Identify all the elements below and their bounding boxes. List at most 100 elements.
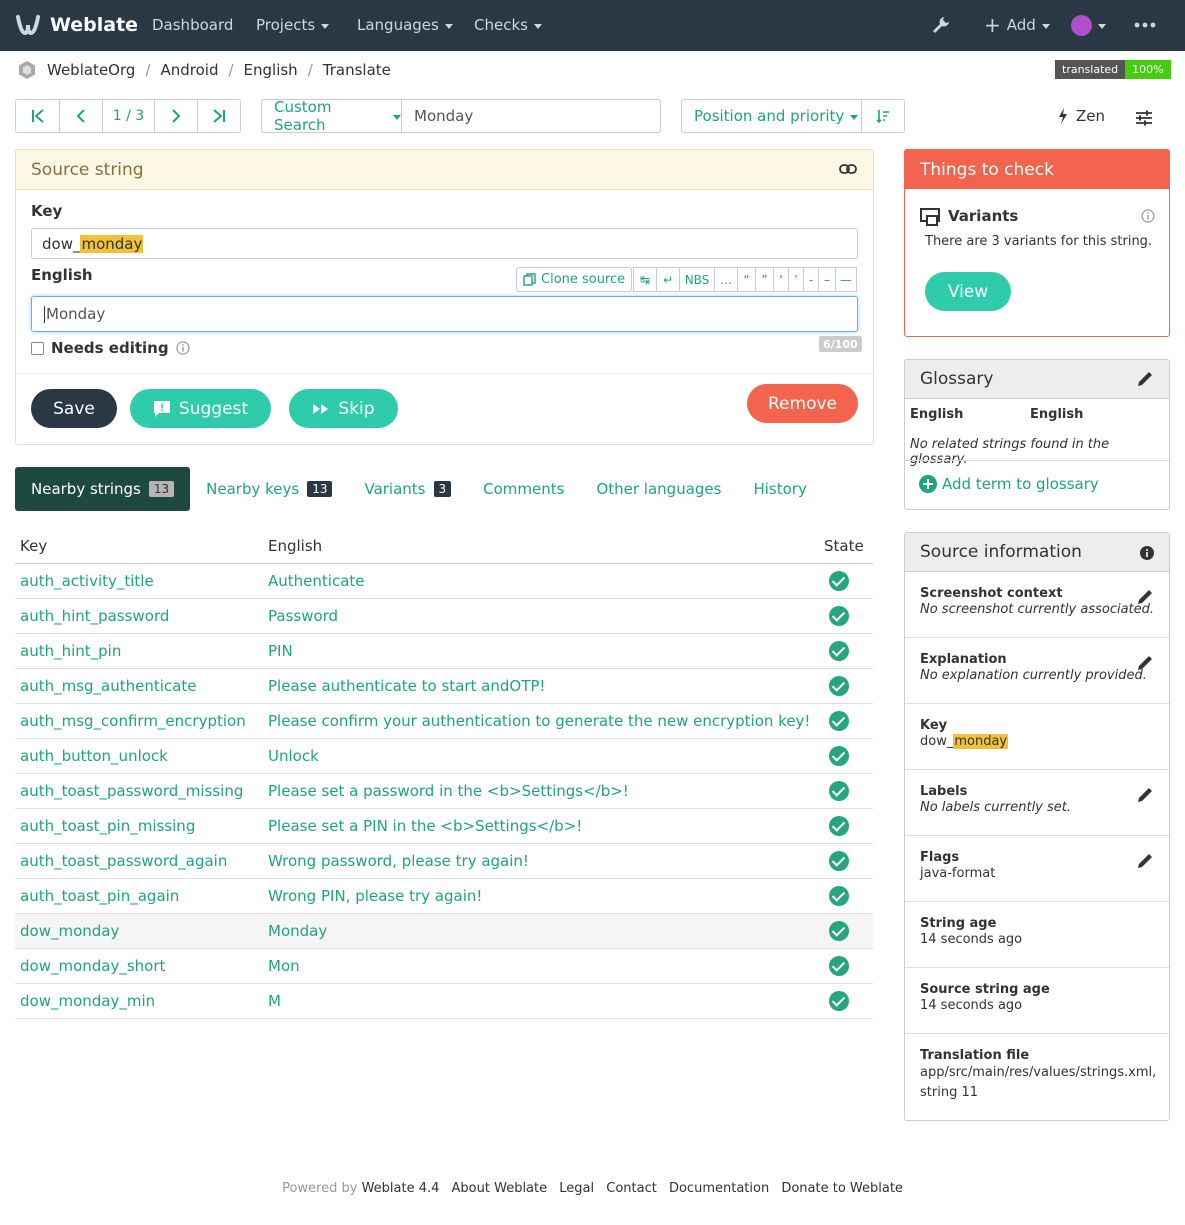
info-icon[interactable] <box>1141 209 1155 223</box>
search-mode-dropdown[interactable]: Custom Search <box>262 98 402 134</box>
save-button[interactable]: Save <box>31 389 117 428</box>
zen-button[interactable]: Zen <box>1058 107 1105 125</box>
tab-comments[interactable]: Comments <box>467 467 580 511</box>
comment-icon <box>153 400 170 417</box>
insert-nbsp-button[interactable]: NBS <box>679 267 715 292</box>
table-row[interactable]: dow_monday_short Mon <box>15 948 873 984</box>
insert-emdash-button[interactable]: — <box>835 267 857 292</box>
table-row[interactable]: auth_activity_title Authenticate <box>15 563 873 599</box>
translation-file: Translation file app/src/main/res/values… <box>920 1048 1157 1100</box>
tab-variants[interactable]: Variants 3 <box>348 467 467 511</box>
check-circle-icon <box>829 885 849 906</box>
card-title: Glossary <box>920 369 994 389</box>
chevron-left-icon <box>76 109 85 123</box>
insert-endash-button[interactable]: – <box>818 267 836 292</box>
detail-tabs: Nearby strings 13 Nearby keys 13 Variants 3… <box>15 467 823 511</box>
explanation: Explanation No explanation currently pro… <box>920 652 1147 683</box>
table-row[interactable]: auth_msg_confirm_encryption Please confir… <box>15 703 873 739</box>
legal-link[interactable]: Legal <box>559 1181 594 1196</box>
tab-nearby-strings[interactable]: Nearby strings 13 <box>15 467 191 511</box>
view-button[interactable]: View <box>925 272 1011 311</box>
glossary-empty: No related strings found in the glossary… <box>910 437 1110 467</box>
table-row[interactable]: auth_toast_password_missing Please set a … <box>15 773 873 809</box>
breadcrumb-project[interactable]: WeblateOrg <box>47 61 135 79</box>
table-row[interactable]: auth_hint_password Password <box>15 598 873 634</box>
insert-ellipsis-button[interactable]: … <box>714 267 738 292</box>
clone-source-button[interactable]: Clone source <box>516 267 633 292</box>
table-row[interactable]: auth_toast_password_again Wrong password,… <box>15 843 873 879</box>
footer: Powered by Weblate 4.4 About Weblate Leg… <box>282 1181 903 1196</box>
breadcrumb: WeblateOrg / Android / English / Transla… <box>17 58 391 82</box>
table-row[interactable]: dow_monday_min M <box>15 983 873 1019</box>
translation-editor[interactable]: Monday <box>31 296 858 332</box>
link-icon[interactable] <box>839 162 857 176</box>
add-menu[interactable]: + Add <box>984 12 1050 38</box>
first-page-button[interactable] <box>16 100 60 132</box>
table-row[interactable]: auth_button_unlock Unlock <box>15 738 873 774</box>
glossary-col-target: English <box>1030 407 1084 422</box>
more-icon[interactable] <box>1134 12 1156 38</box>
tab-nearby-keys[interactable]: Nearby keys 13 <box>190 467 348 511</box>
table-header-row: Key English State <box>15 530 873 564</box>
insert-tab-button[interactable]: ↹ <box>633 267 657 292</box>
nav-projects[interactable]: Projects <box>256 16 330 34</box>
tab-other-languages[interactable]: Other languages <box>580 467 737 511</box>
chevron-down-icon <box>1098 23 1106 29</box>
check-circle-icon <box>829 675 849 696</box>
needs-editing-checkbox[interactable] <box>31 341 44 355</box>
tab-history[interactable]: History <box>737 467 822 511</box>
special-chars-toolbar: ↹ ↵ NBS … “ ” ‘ ’ - – — <box>633 267 857 292</box>
settings-sliders-icon[interactable] <box>1135 110 1153 126</box>
check-circle-icon <box>829 955 849 976</box>
nav-languages[interactable]: Languages <box>357 16 453 34</box>
table-row[interactable]: auth_toast_pin_again Wrong PIN, please tr… <box>15 878 873 914</box>
insert-ldquo-button[interactable]: “ <box>737 267 756 292</box>
nav-checks[interactable]: Checks <box>474 16 542 34</box>
about-link[interactable]: About Weblate <box>452 1181 548 1196</box>
insert-lsquo-button[interactable]: ‘ <box>773 267 789 292</box>
prev-button[interactable] <box>60 100 103 132</box>
check-circle-icon <box>829 605 849 626</box>
needs-editing-toggle[interactable]: Needs editing <box>31 339 190 357</box>
breadcrumb-language[interactable]: English <box>244 61 298 79</box>
check-circle-icon <box>829 780 849 801</box>
search-input[interactable]: Monday <box>402 100 660 132</box>
pencil-icon[interactable] <box>1136 852 1154 870</box>
nav-dashboard[interactable]: Dashboard <box>152 16 233 34</box>
insert-hyphen-button[interactable]: - <box>803 267 819 292</box>
add-term-link[interactable]: Add term to glossary <box>918 474 1099 494</box>
sort-direction-button[interactable] <box>862 100 904 132</box>
brand[interactable]: Weblate <box>15 12 138 38</box>
user-menu[interactable] <box>1071 12 1106 38</box>
pencil-icon[interactable] <box>1136 588 1154 606</box>
check-circle-icon <box>829 990 849 1011</box>
wrench-icon[interactable] <box>930 12 952 38</box>
pencil-icon[interactable] <box>1136 370 1154 388</box>
check-name: Variants <box>948 207 1019 225</box>
table-row[interactable]: auth_toast_pin_missing Please set a PIN i… <box>15 808 873 844</box>
table-row-current[interactable]: dow_monday Monday <box>15 913 873 949</box>
pencil-icon[interactable] <box>1136 786 1154 804</box>
suggest-button[interactable]: Suggest <box>130 389 271 428</box>
skip-button[interactable]: Skip <box>289 389 398 428</box>
status-badge[interactable]: translated 100% <box>1055 60 1171 79</box>
check-circle-icon <box>829 850 849 871</box>
donate-link[interactable]: Donate to Weblate <box>781 1181 903 1196</box>
sort-dropdown[interactable]: Position and priority <box>682 100 862 132</box>
contact-link[interactable]: Contact <box>606 1181 657 1196</box>
table-row[interactable]: auth_msg_authenticate Please authenticate… <box>15 668 873 704</box>
insert-rsquo-button[interactable]: ’ <box>788 267 804 292</box>
documentation-link[interactable]: Documentation <box>669 1181 769 1196</box>
info-icon[interactable] <box>1140 546 1154 560</box>
chevron-down-icon <box>850 114 859 120</box>
weblate-version-link[interactable]: Weblate 4.4 <box>362 1181 440 1196</box>
labels-info: Labels No labels currently set. <box>920 784 1072 815</box>
table-row[interactable]: auth_hint_pin PIN <box>15 633 873 669</box>
remove-button[interactable]: Remove <box>747 384 858 423</box>
insert-rdquo-button[interactable]: ” <box>755 267 774 292</box>
breadcrumb-component[interactable]: Android <box>160 61 218 79</box>
insert-newline-button[interactable]: ↵ <box>656 267 680 292</box>
next-button[interactable] <box>155 100 198 132</box>
last-page-button[interactable] <box>198 100 240 132</box>
pencil-icon[interactable] <box>1136 654 1154 672</box>
